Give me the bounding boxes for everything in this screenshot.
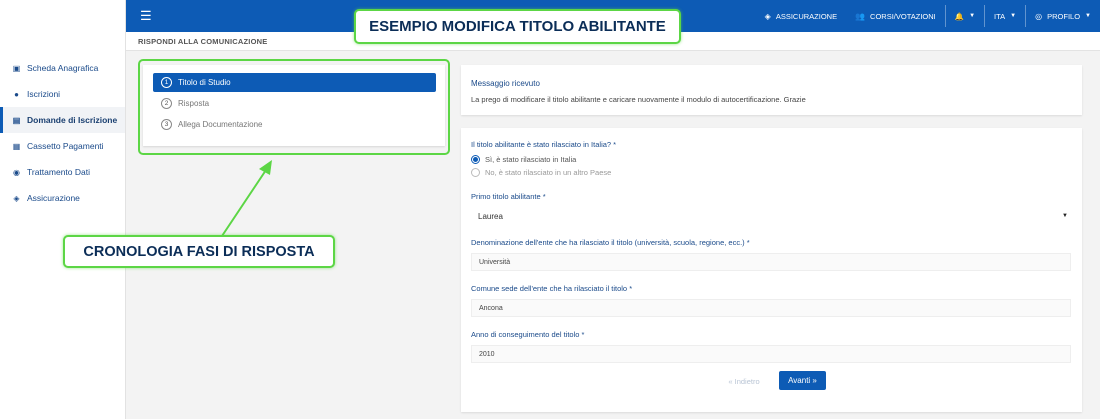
sidebar-item-domande-iscrizione[interactable]: ▤ Domande di Iscrizione <box>0 107 125 133</box>
sidebar-item-label: Scheda Anagrafica <box>27 63 99 73</box>
eye-icon: ◉ <box>13 167 20 177</box>
question-rilasciato-italia: Il titolo abilitante è stato rilasciato … <box>471 140 617 149</box>
sidebar-item-label: Cassetto Pagamenti <box>27 141 104 151</box>
message-title: Messaggio ricevuto <box>471 79 540 88</box>
sidebar-item-cassetto-pagamenti[interactable]: ▦ Cassetto Pagamenti <box>0 133 125 159</box>
message-card: Messaggio ricevuto La prego di modificar… <box>461 65 1082 115</box>
sidebar-item-assicurazione[interactable]: ◈ Assicurazione <box>0 185 125 211</box>
anno-label: Anno di conseguimento del titolo * <box>471 330 585 339</box>
sidebar-item-label: Domande di Iscrizione <box>27 115 118 125</box>
chevron-down-icon: ▼ <box>1010 13 1017 19</box>
bell-icon: 🔔 <box>954 11 965 21</box>
anno-input[interactable]: 2010 <box>471 345 1071 363</box>
sidebar-item-scheda-anagrafica[interactable]: ▣ Scheda Anagrafica <box>0 55 125 81</box>
ente-label: Denominazione dell'ente che ha rilasciat… <box>471 238 750 247</box>
form-icon: ▤ <box>12 115 21 125</box>
radio-selected-icon <box>471 155 480 164</box>
language-dropdown[interactable]: ITA ▼ <box>985 0 1025 32</box>
steps-highlight-box <box>138 59 450 155</box>
radio-empty-icon <box>471 168 480 177</box>
chevron-down-icon: ▼ <box>969 13 976 19</box>
sidebar: ▣ Scheda Anagrafica ● Iscrizioni ▤ Doman… <box>0 0 126 419</box>
id-card-icon: ▣ <box>12 63 21 73</box>
shield-icon: ◈ <box>13 193 20 203</box>
top-nav: ◈ ASSICURAZIONE 👥 CORSI/VOTAZIONI 🔔 ▼ IT… <box>756 0 1100 32</box>
radio-label: No, è stato rilasciato in un altro Paese <box>485 168 612 177</box>
corsi-votazioni-label: CORSI/VOTAZIONI <box>870 11 936 21</box>
notifications-dropdown[interactable]: 🔔 ▼ <box>946 0 984 32</box>
ente-input[interactable]: Università <box>471 253 1071 271</box>
assicurazione-label: ASSICURAZIONE <box>775 11 838 21</box>
annotation-steps-callout: CRONOLOGIA FASI DI RISPOSTA <box>63 235 335 268</box>
language-label: ITA <box>994 11 1006 21</box>
next-button[interactable]: Avanti » <box>779 371 826 390</box>
hamburger-icon[interactable]: ☰ <box>140 8 152 24</box>
corsi-votazioni-link[interactable]: 👥 CORSI/VOTAZIONI <box>846 0 945 32</box>
back-button[interactable]: « Indietro <box>723 373 765 390</box>
user-icon: ● <box>14 89 19 99</box>
primo-titolo-select[interactable]: Laurea ▼ <box>471 207 1071 225</box>
user-circle-icon: ◎ <box>1035 11 1043 21</box>
sidebar-item-label: Trattamento Dati <box>27 167 90 177</box>
sidebar-item-label: Assicurazione <box>27 193 80 203</box>
chevron-down-icon: ▼ <box>1062 213 1068 219</box>
radio-estero[interactable]: No, è stato rilasciato in un altro Paese <box>471 168 611 177</box>
group-icon: 👥 <box>855 11 866 21</box>
form-card: Il titolo abilitante è stato rilasciato … <box>461 128 1082 412</box>
annotation-title-callout: ESEMPIO MODIFICA TITOLO ABILITANTE <box>354 9 681 44</box>
primo-titolo-label: Primo titolo abilitante * <box>471 192 546 201</box>
comune-label: Comune sede dell'ente che ha rilasciato … <box>471 284 633 293</box>
select-value: Laurea <box>478 211 503 221</box>
radio-label: Sì, è stato rilasciato in Italia <box>485 155 577 164</box>
page-title: RISPONDI ALLA COMUNICAZIONE <box>138 37 268 46</box>
chevron-down-icon: ▼ <box>1085 13 1091 19</box>
radio-italia[interactable]: Sì, è stato rilasciato in Italia <box>471 155 576 164</box>
profile-dropdown[interactable]: ◎ PROFILO ▼ <box>1026 0 1100 32</box>
sidebar-item-trattamento-dati[interactable]: ◉ Trattamento Dati <box>0 159 125 185</box>
shield-icon: ◈ <box>764 11 771 21</box>
sidebar-item-iscrizioni[interactable]: ● Iscrizioni <box>0 81 125 107</box>
profile-label: PROFILO <box>1047 11 1081 21</box>
screen: ▣ Scheda Anagrafica ● Iscrizioni ▤ Doman… <box>0 0 1100 419</box>
document-icon: ▦ <box>12 141 21 151</box>
comune-input[interactable]: Ancona <box>471 299 1071 317</box>
assicurazione-link[interactable]: ◈ ASSICURAZIONE <box>756 0 846 32</box>
message-body: La prego di modificare il titolo abilita… <box>471 95 806 104</box>
sidebar-item-label: Iscrizioni <box>27 89 61 99</box>
